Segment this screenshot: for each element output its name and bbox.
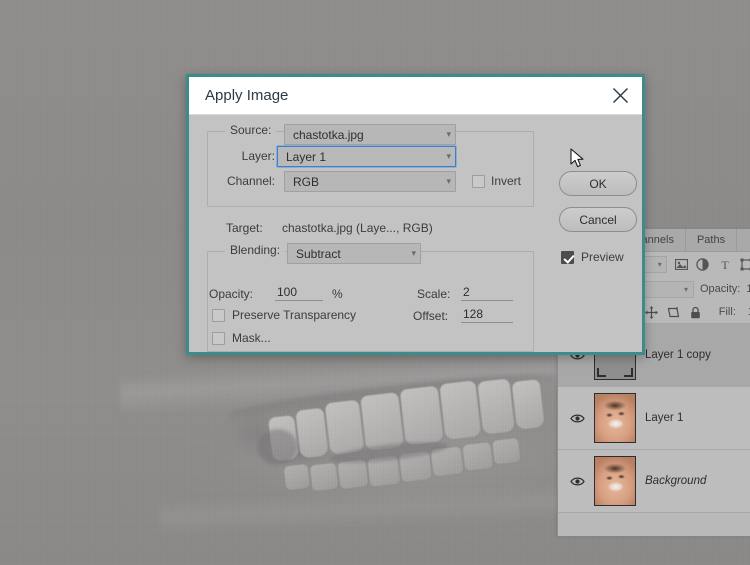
dialog-title: Apply Image (205, 87, 289, 104)
dialog-titlebar[interactable]: Apply Image (189, 77, 642, 115)
layer-row-layer-1[interactable]: Layer 1 (558, 387, 750, 450)
source-label: Source: (225, 123, 277, 137)
opacity-input[interactable]: 100 (275, 285, 323, 301)
cancel-button-label: Cancel (579, 212, 617, 227)
blending-value: Subtract (296, 246, 341, 261)
tooth-lower (283, 463, 311, 491)
chevron-down-icon: ▾ (446, 176, 451, 186)
tooth-lower (462, 441, 494, 471)
layers-panel-footer (558, 513, 750, 536)
channel-value: RGB (293, 174, 320, 189)
tooth-lower (309, 462, 339, 492)
apply-image-dialog[interactable]: Apply Image Source: chastotka.jpg ▾ Laye… (186, 74, 645, 355)
channel-select[interactable]: RGB ▾ (284, 171, 456, 192)
adjustment-filter-icon[interactable] (696, 257, 711, 272)
layer-row-background[interactable]: Background (558, 450, 750, 513)
scale-input[interactable]: 2 (461, 285, 513, 301)
channel-label: Channel: (226, 174, 275, 188)
offset-label: Offset: (413, 309, 449, 323)
tab-paths[interactable]: Paths (686, 229, 738, 251)
mouth-corner-shadow (222, 406, 273, 463)
layer-name-label[interactable]: Layer 1 copy (645, 349, 711, 361)
lock-all-icon[interactable] (688, 305, 702, 319)
gumline-shadow (226, 367, 557, 425)
mask-label[interactable]: Mask... (232, 331, 271, 345)
layer-name-label[interactable]: Background (645, 475, 706, 487)
close-icon[interactable] (598, 77, 642, 114)
preserve-transparency-checkbox[interactable] (212, 309, 225, 322)
preview-checkbox[interactable] (561, 251, 574, 264)
ok-button[interactable]: OK (559, 171, 637, 196)
preserve-transparency-label[interactable]: Preserve Transparency (232, 308, 356, 322)
tooth-upper (360, 392, 405, 452)
chevron-down-icon: ▾ (411, 248, 416, 258)
preview-label[interactable]: Preview (581, 250, 624, 264)
tooth-upper (268, 415, 299, 462)
tooth-upper (439, 380, 482, 441)
target-label: Target: (226, 221, 263, 235)
layer-name-label[interactable]: Layer 1 (645, 412, 683, 424)
source-value: chastotka.jpg (293, 127, 364, 142)
blending-label: Blending: (225, 243, 286, 257)
type-filter-icon[interactable]: T (717, 257, 732, 272)
tooth-lower (398, 450, 432, 483)
mouth-interior-shadow (328, 437, 450, 468)
chevron-down-icon: ▾ (683, 284, 688, 294)
offset-input[interactable]: 128 (461, 307, 513, 323)
tooth-upper (324, 399, 365, 456)
layer-select[interactable]: Layer 1 ▾ (277, 146, 456, 167)
teeth-group (222, 367, 563, 525)
svg-text:T: T (721, 259, 729, 271)
image-filter-icon[interactable] (674, 257, 689, 272)
fill-label: Fill: (718, 306, 736, 318)
dialog-body: Source: chastotka.jpg ▾ Layer: Layer 1 ▾… (189, 115, 642, 352)
invert-checkbox[interactable] (472, 175, 485, 188)
tooth-lower (430, 446, 464, 477)
ok-button-label: OK (589, 176, 607, 191)
tooth-lower (492, 437, 521, 465)
chevron-down-icon: ▾ (446, 151, 451, 161)
tooth-upper (511, 379, 545, 430)
opacity-label: Opacity: (209, 287, 254, 301)
panel-opacity-value[interactable]: 1 (746, 283, 750, 295)
lock-artboard-icon[interactable] (666, 305, 680, 319)
shape-filter-icon[interactable] (739, 257, 750, 272)
tooth-upper (399, 385, 444, 446)
chevron-down-icon: ▾ (446, 129, 451, 139)
layer-label: Layer: (241, 149, 275, 163)
tooth-lower (367, 455, 401, 487)
invert-label[interactable]: Invert (491, 174, 521, 188)
visibility-eye-icon[interactable] (569, 410, 585, 426)
source-select[interactable]: chastotka.jpg ▾ (284, 124, 456, 145)
lock-position-icon[interactable] (644, 305, 658, 319)
panel-opacity-label: Opacity: (700, 283, 741, 295)
mouth-interior-shadow (255, 426, 300, 468)
tooth-upper (295, 407, 329, 459)
tooth-upper (477, 378, 516, 435)
scale-label: Scale: (417, 287, 451, 301)
visibility-eye-icon[interactable] (569, 473, 585, 489)
target-value: chastotka.jpg (Laye..., RGB) (282, 221, 433, 235)
layer-thumbnail[interactable] (594, 456, 636, 506)
opacity-unit: % (332, 287, 343, 301)
layer-thumbnail[interactable] (594, 393, 636, 443)
blending-mode-select[interactable]: Subtract ▾ (287, 243, 421, 264)
mask-checkbox[interactable] (212, 332, 225, 345)
chevron-down-icon: ▾ (657, 260, 662, 269)
cancel-button[interactable]: Cancel (559, 207, 637, 232)
tooth-lower (337, 459, 369, 490)
layer-value: Layer 1 (286, 149, 327, 164)
